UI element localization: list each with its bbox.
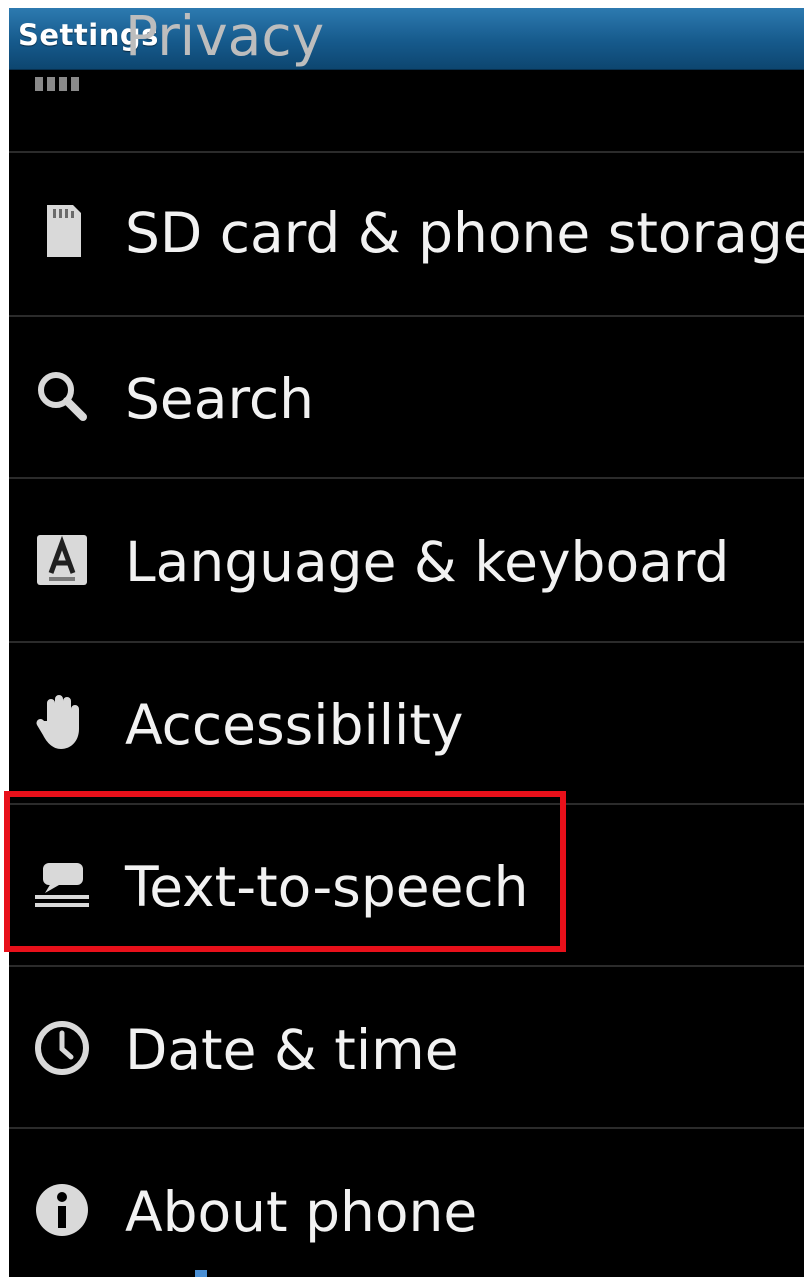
settings-item-label: Search [125, 367, 314, 431]
clock-icon [31, 1017, 93, 1079]
info-icon [31, 1179, 93, 1241]
settings-item-label: Accessibility [125, 693, 464, 757]
settings-item-sd-card[interactable]: SD card & phone storage [9, 153, 804, 315]
settings-screen: Settings Privacy SD card & phone storage… [9, 8, 804, 1277]
settings-item-label: Language & keyboard [125, 530, 730, 594]
settings-item-date-time[interactable]: Date & time [9, 967, 804, 1129]
hand-icon [31, 691, 93, 753]
scroll-edge-indicator [195, 1270, 207, 1277]
sd-card-icon [31, 199, 93, 261]
settings-item-label: About phone [125, 1180, 478, 1244]
settings-item-privacy[interactable]: Privacy [9, 9, 804, 151]
settings-item-language-keyboard[interactable]: Language & keyboard [9, 479, 804, 641]
settings-item-accessibility[interactable]: Accessibility [9, 643, 804, 805]
language-keyboard-icon [31, 529, 93, 591]
settings-item-label: SD card & phone storage [125, 201, 804, 265]
privacy-icon [31, 33, 93, 95]
settings-item-label: Date & time [125, 1018, 459, 1082]
highlight-box [4, 791, 566, 952]
settings-item-label: Privacy [125, 8, 325, 68]
settings-item-search[interactable]: Search [9, 317, 804, 479]
search-icon [31, 365, 93, 427]
settings-item-about-phone[interactable]: About phone [9, 1129, 804, 1277]
